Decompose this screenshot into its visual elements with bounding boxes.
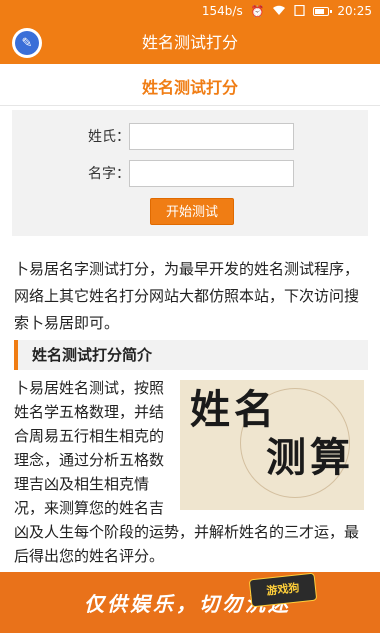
app-title: 姓名测试打分	[141, 33, 238, 52]
page-title: 姓名测试打分	[0, 70, 380, 106]
battery-icon	[313, 6, 333, 16]
given-name-row: 名字：	[12, 160, 368, 188]
section-header: 姓名测试打分简介	[14, 340, 368, 370]
surname-input[interactable]	[129, 123, 294, 150]
status-bar: 154b/s ⏰ 20:25	[0, 0, 380, 22]
app-bar: ✎ 姓名测试打分	[0, 22, 380, 64]
name-calculation-image: 姓名 测算	[180, 380, 364, 510]
name-test-form: 姓氏： 名字： 开始测试	[12, 110, 368, 236]
start-test-button[interactable]: 开始测试	[150, 198, 234, 225]
image-text-calc: 测算	[266, 434, 354, 481]
section-title: 姓名测试打分简介	[32, 346, 153, 364]
given-name-label: 名字：	[88, 166, 130, 182]
sim-icon	[294, 4, 306, 18]
alarm-icon: ⏰	[250, 4, 265, 18]
given-name-input[interactable]	[129, 160, 294, 187]
clock: 20:25	[337, 4, 372, 18]
surname-row: 姓氏：	[12, 123, 368, 151]
site-watermark-logo: 游戏狗	[248, 572, 318, 608]
section-body: 姓名 测算 卜易居姓名测试，按照姓名学五格数理，并结合周易五行相生相克的理念，通…	[14, 376, 364, 568]
network-speed: 154b/s	[201, 4, 243, 18]
surname-label: 姓氏：	[88, 129, 130, 145]
wifi-icon	[272, 5, 286, 18]
intro-paragraph: 卜易居名字测试打分，为最早开发的姓名测试程序，网络上其它姓名打分网站大都仿照本站…	[14, 260, 360, 332]
image-text-name: 姓名	[190, 386, 278, 433]
bottom-banner: 仅供娱乐，切勿沉迷 游戏狗	[0, 572, 380, 633]
